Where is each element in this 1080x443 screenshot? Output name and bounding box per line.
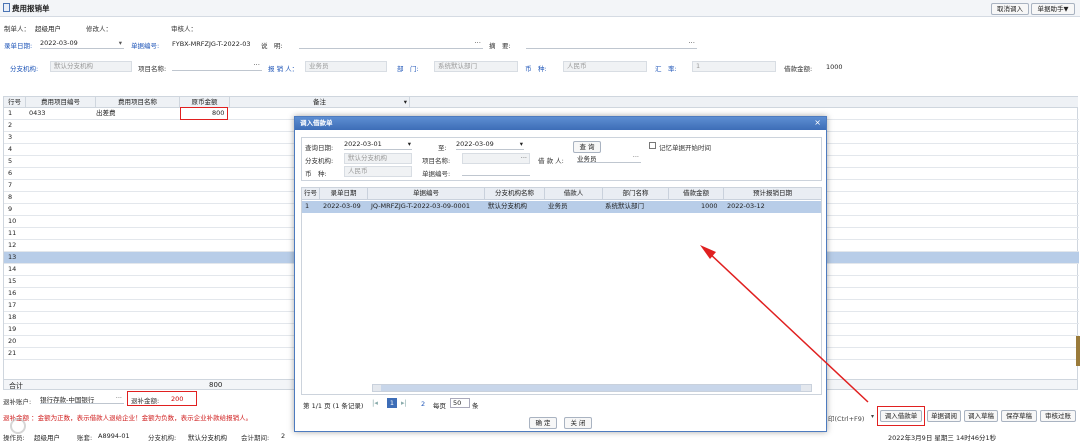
annotation-arrow	[700, 245, 869, 403]
side-handle[interactable]	[1076, 336, 1080, 366]
watermark-logo	[10, 418, 26, 434]
